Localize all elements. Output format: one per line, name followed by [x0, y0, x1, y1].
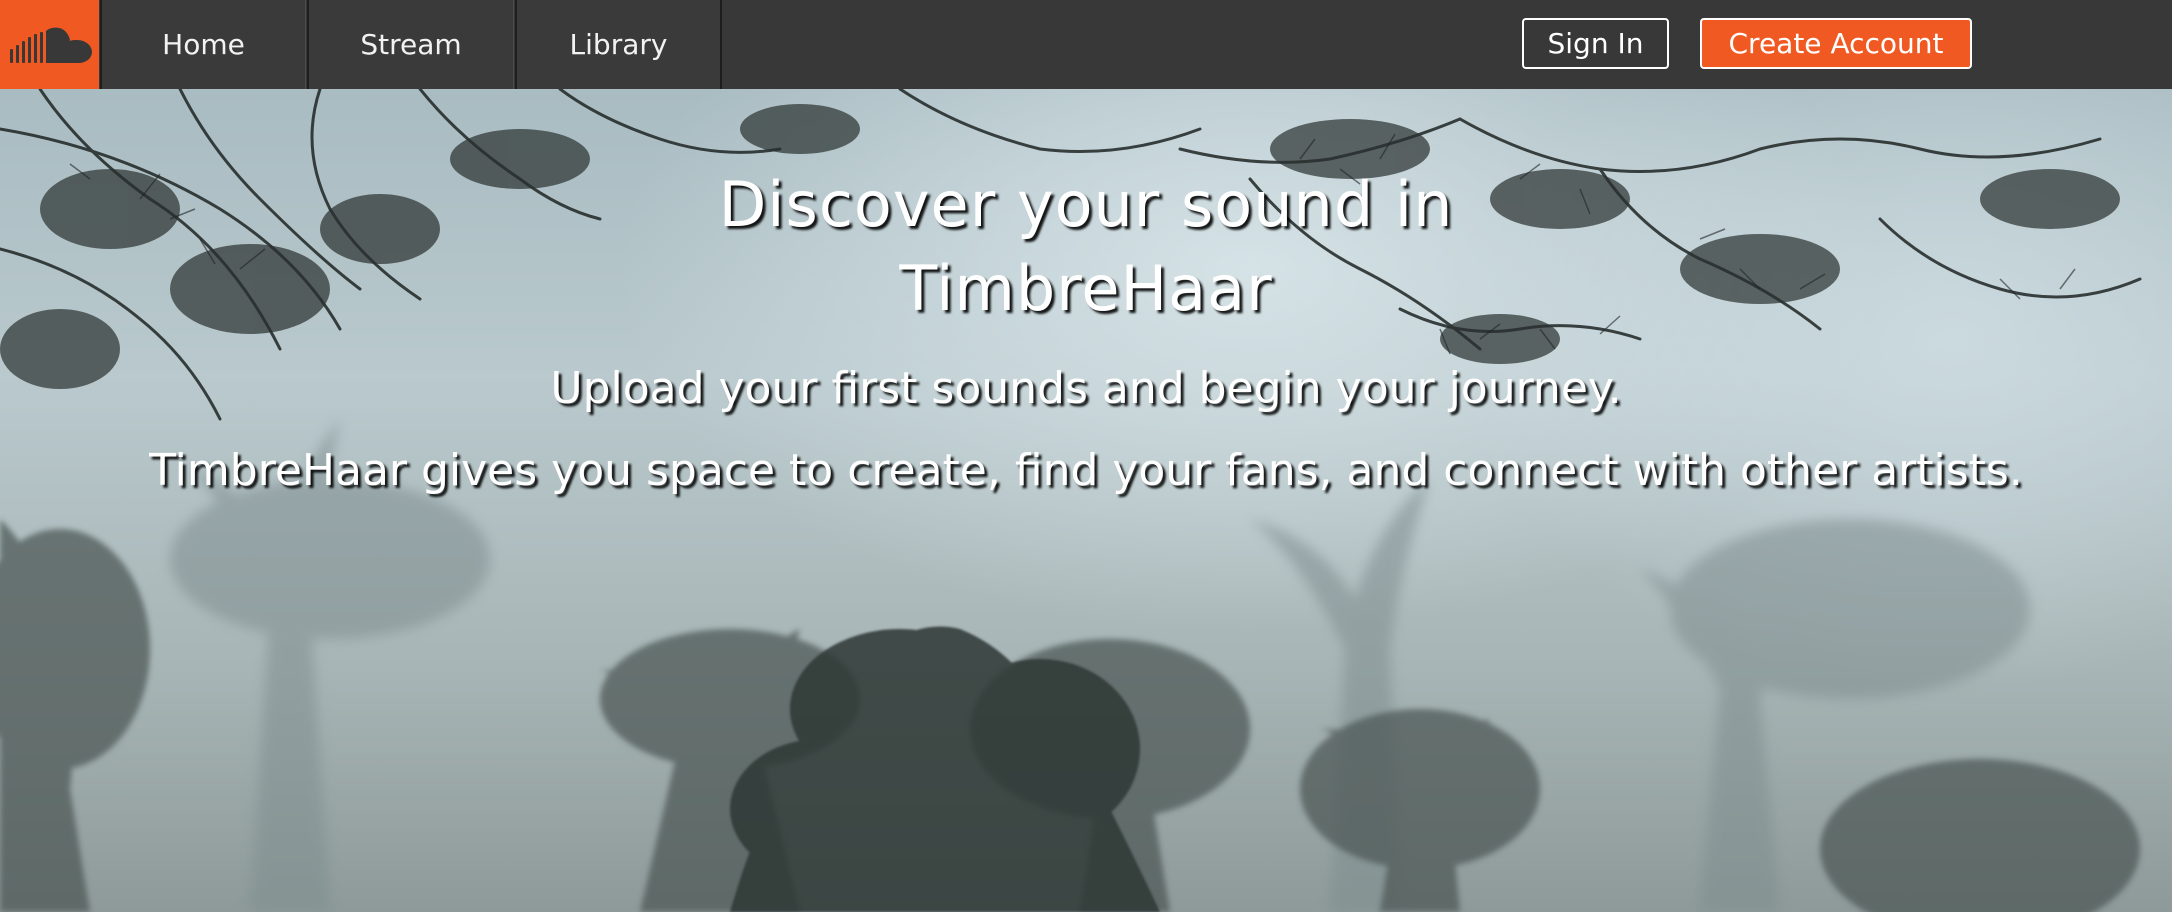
tab-stream-label: Stream [360, 28, 462, 61]
sign-in-button[interactable]: Sign In [1522, 18, 1669, 69]
tab-home[interactable]: Home [100, 0, 306, 89]
landing-page: Home Stream Library Sign In Create Accou… [0, 0, 2172, 912]
cloud-logo-icon[interactable] [0, 0, 99, 89]
top-navbar: Home Stream Library Sign In Create Accou… [0, 0, 2172, 89]
hero-banner: Discover your sound in TimbreHaar Upload… [0, 89, 2172, 912]
tab-stream[interactable]: Stream [307, 0, 514, 89]
tab-library[interactable]: Library [515, 0, 722, 89]
hero-subtitle-line1: Upload your first sounds and begin your … [550, 363, 1622, 414]
hero-subtitle-line2: TimbreHaar gives you space to create, fi… [149, 445, 2023, 496]
tab-library-label: Library [569, 28, 668, 61]
create-account-button[interactable]: Create Account [1700, 18, 1972, 69]
hero-headline-container: Discover your sound in TimbreHaar [586, 163, 1586, 331]
tab-home-label: Home [162, 28, 245, 61]
hero-headline: Discover your sound in TimbreHaar [718, 168, 1454, 325]
